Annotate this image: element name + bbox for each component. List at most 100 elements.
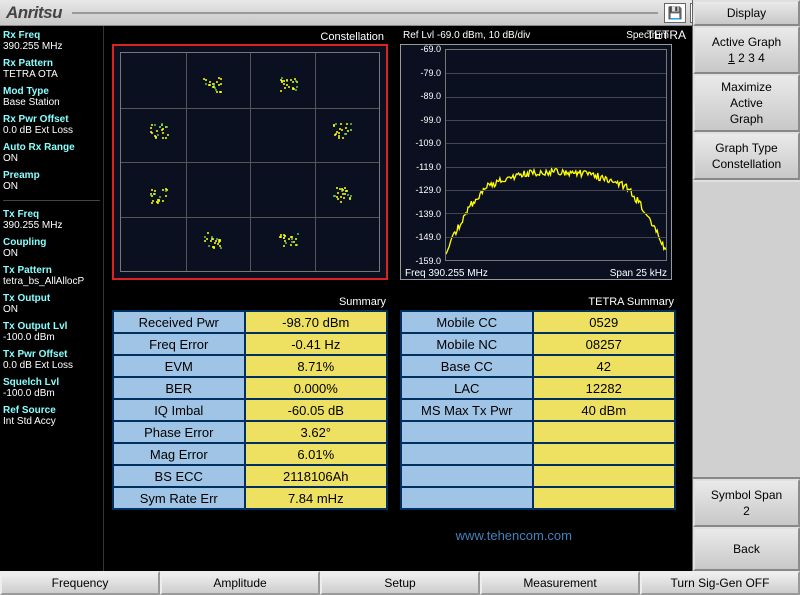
param-value: 0.0 dB Ext Loss — [3, 125, 100, 136]
summary-value: 6.01% — [245, 443, 387, 465]
param-value: -100.0 dBm — [3, 388, 100, 399]
table-row: Phase Error3.62° — [113, 421, 387, 443]
param-preamp[interactable]: PreampON — [3, 170, 100, 192]
param-label: Rx Pwr Offset — [3, 114, 100, 125]
param-label: Tx Pwr Offset — [3, 349, 100, 360]
softkey-active-graph-label: Active Graph — [697, 35, 796, 49]
spectrum-graph[interactable]: Ref Lvl -69.0 dBm, 10 dB/div Spectrum -6… — [400, 44, 672, 280]
param-rx-freq[interactable]: Rx Freq390.255 MHz — [3, 30, 100, 52]
param-auto-rx-range[interactable]: Auto Rx RangeON — [3, 142, 100, 164]
graphs-row: Constellation Ref Lvl -69.0 dBm, 10 dB/d… — [104, 26, 692, 286]
table-row: Freq Error-0.41 Hz — [113, 333, 387, 355]
param-label: Squelch Lvl — [3, 377, 100, 388]
summary-empty — [533, 487, 675, 509]
bottom-menu: FrequencyAmplitudeSetupMeasurementTurn S… — [0, 571, 800, 595]
table-row: BER0.000% — [113, 377, 387, 399]
brand-logo: Anritsu — [6, 3, 62, 23]
softkey-display[interactable]: Display — [693, 0, 800, 26]
spectrum-span: Span 25 kHz — [610, 268, 667, 279]
constellation-title: Constellation — [320, 31, 384, 43]
softkey-active-graph[interactable]: Active Graph 1 2 3 4 — [693, 26, 800, 74]
table-row: LAC12282 — [401, 377, 675, 399]
summary-value: 08257 — [533, 333, 675, 355]
param-rx-pattern[interactable]: Rx PatternTETRA OTA — [3, 58, 100, 80]
softkey-active-graph-value: 1 2 3 4 — [697, 51, 796, 65]
param-value: Base Station — [3, 97, 100, 108]
table-row: Received Pwr-98.70 dBm — [113, 311, 387, 333]
summary-empty — [401, 421, 533, 443]
param-label: Rx Pattern — [3, 58, 100, 69]
spectrum-freq: Freq 390.255 MHz — [405, 268, 488, 279]
param-value: 0.0 dB Ext Loss — [3, 360, 100, 371]
softkey-back[interactable]: Back — [693, 527, 800, 571]
table-row: IQ Imbal-60.05 dB — [113, 399, 387, 421]
softkey-graph-type-label: Graph Type — [697, 141, 796, 155]
summary-value: 40 dBm — [533, 399, 675, 421]
menu-turn-sig-gen-off[interactable]: Turn Sig-Gen OFF — [640, 571, 800, 595]
param-value: 390.255 MHz — [3, 41, 100, 52]
summary-key: Freq Error — [113, 333, 245, 355]
param-label: Tx Freq — [3, 209, 100, 220]
param-tx-freq[interactable]: Tx Freq390.255 MHz — [3, 209, 100, 231]
param-tx-output[interactable]: Tx OutputON — [3, 293, 100, 315]
summary-empty — [533, 465, 675, 487]
softkey-symbol-span-label: Symbol Span — [697, 488, 796, 502]
summary-right-table: Mobile CC0529Mobile NC08257Base CC42LAC1… — [400, 310, 676, 510]
param-value: 390.255 MHz — [3, 220, 100, 231]
summary-empty — [401, 487, 533, 509]
table-row: Sym Rate Err7.84 mHz — [113, 487, 387, 509]
softkey-column: Display Active Graph 1 2 3 4 Maximize Ac… — [692, 0, 800, 571]
summary-value: 7.84 mHz — [245, 487, 387, 509]
main-area: TETRA Constellation Ref Lvl -69.0 dBm, 1… — [104, 26, 692, 571]
softkey-maximize-l2: Active — [697, 96, 796, 110]
softkey-maximize[interactable]: Maximize Active Graph — [693, 74, 800, 132]
param-coupling[interactable]: CouplingON — [3, 237, 100, 259]
menu-setup[interactable]: Setup — [320, 571, 480, 595]
param-mod-type[interactable]: Mod TypeBase Station — [3, 86, 100, 108]
softkey-graph-type-value: Constellation — [697, 157, 796, 171]
table-row — [401, 443, 675, 465]
summary-value: -0.41 Hz — [245, 333, 387, 355]
softkey-symbol-span-value: 2 — [697, 504, 796, 518]
softkey-symbol-span[interactable]: Symbol Span 2 — [693, 479, 800, 527]
softkey-graph-type[interactable]: Graph Type Constellation — [693, 132, 800, 180]
summary-key: EVM — [113, 355, 245, 377]
param-rx-pwr-offset[interactable]: Rx Pwr Offset0.0 dB Ext Loss — [3, 114, 100, 136]
constellation-grid — [120, 52, 380, 272]
summary-key: Base CC — [401, 355, 533, 377]
param-value: TETRA OTA — [3, 69, 100, 80]
softkey-back-label: Back — [697, 542, 796, 556]
summary-value: 3.62° — [245, 421, 387, 443]
param-value: ON — [3, 248, 100, 259]
softkey-spacer — [693, 180, 800, 479]
param-tx-output-lvl[interactable]: Tx Output Lvl-100.0 dBm — [3, 321, 100, 343]
summary-key: Mobile CC — [401, 311, 533, 333]
spectrum-ref-lvl: Ref Lvl -69.0 dBm, 10 dB/div — [403, 30, 530, 41]
param-value: -100.0 dBm — [3, 332, 100, 343]
spectrum-header: Ref Lvl -69.0 dBm, 10 dB/div Spectrum — [403, 30, 669, 41]
summary-key: MS Max Tx Pwr — [401, 399, 533, 421]
menu-measurement[interactable]: Measurement — [480, 571, 640, 595]
summary-value: -98.70 dBm — [245, 311, 387, 333]
summary-right: TETRA Summary Mobile CC0529Mobile NC0825… — [400, 294, 676, 510]
param-label: Auto Rx Range — [3, 142, 100, 153]
menu-frequency[interactable]: Frequency — [0, 571, 160, 595]
param-squelch-lvl[interactable]: Squelch Lvl-100.0 dBm — [3, 377, 100, 399]
save-icon[interactable]: 💾 — [664, 3, 686, 23]
param-value: ON — [3, 153, 100, 164]
param-tx-pwr-offset[interactable]: Tx Pwr Offset0.0 dB Ext Loss — [3, 349, 100, 371]
summary-value: 12282 — [533, 377, 675, 399]
summary-key: LAC — [401, 377, 533, 399]
table-row: EVM8.71% — [113, 355, 387, 377]
param-tx-pattern[interactable]: Tx Patterntetra_bs_AllAllocP — [3, 265, 100, 287]
constellation-graph[interactable]: Constellation — [112, 44, 388, 280]
summary-key: Mobile NC — [401, 333, 533, 355]
spectrum-grid — [445, 49, 667, 261]
watermark: www.tehencom.com — [456, 528, 572, 543]
summary-key: Sym Rate Err — [113, 487, 245, 509]
menu-amplitude[interactable]: Amplitude — [160, 571, 320, 595]
param-ref-source[interactable]: Ref SourceInt Std Accy — [3, 405, 100, 427]
summary-key: Received Pwr — [113, 311, 245, 333]
summary-right-title: TETRA Summary — [400, 294, 676, 310]
table-row: Mobile NC08257 — [401, 333, 675, 355]
